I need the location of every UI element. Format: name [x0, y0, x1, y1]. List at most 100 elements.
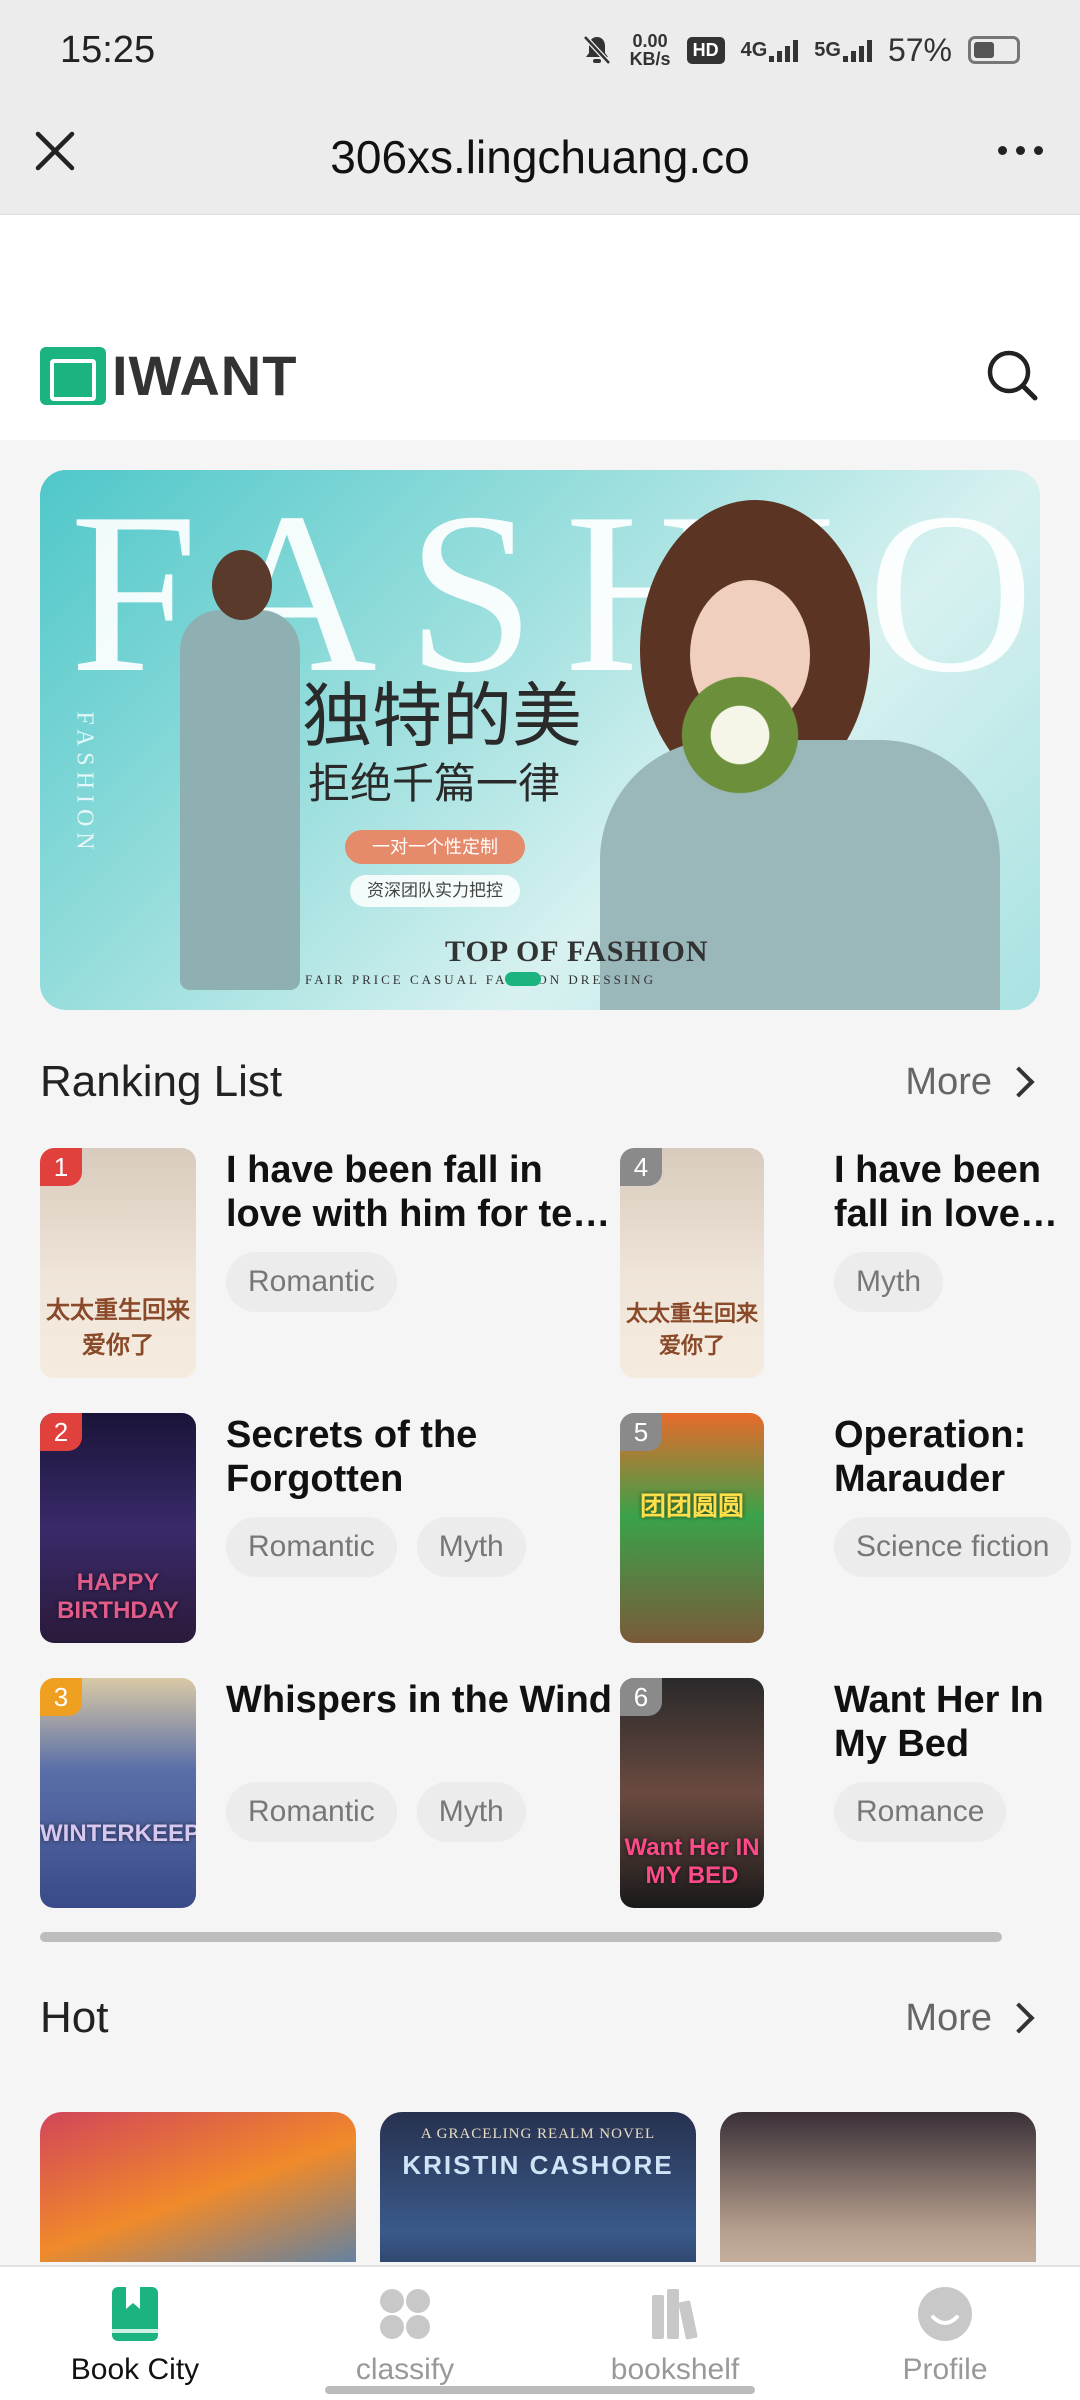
genre-tag[interactable]: Science fiction: [834, 1517, 1072, 1577]
ranking-item[interactable]: 团团圆圆 5 Operation: Marauder Science ficti…: [620, 1413, 1080, 1643]
ranking-item[interactable]: WINTERKEEP 3 Whispers in the Wind Romant…: [40, 1678, 612, 1908]
banner-headline: 独特的美: [302, 675, 582, 757]
hot-more-link[interactable]: More: [905, 1997, 1040, 2040]
book-title[interactable]: I have been fall in love with…: [834, 1148, 1080, 1236]
ranking-list: 太太重生回来爱你了 1 I have been fall in love wit…: [40, 1148, 1080, 1908]
book-tags: Romantic Myth: [226, 1517, 526, 1577]
cover-title: 团团圆圆: [639, 1491, 744, 1521]
banner-subheadline: 拒绝千篇一律: [308, 759, 561, 808]
cover-title: WINTERKEEP: [40, 1820, 196, 1847]
cover-title: 太太重生回来爱你了: [625, 1301, 758, 1358]
cover-author: KRISTIN CASHORE: [402, 2150, 674, 2180]
ranking-item[interactable]: Want Her IN MY BED 6 Want Her In My Bed …: [620, 1678, 1080, 1908]
ranking-item[interactable]: 太太重生回来爱你了 1 I have been fall in love wit…: [40, 1148, 610, 1378]
book-tags: Romantic: [226, 1252, 397, 1312]
hot-books-row: A GRACELING REALM NOVEL KRISTIN CASHORE: [40, 2112, 1080, 2262]
hot-book-card[interactable]: [720, 2112, 1036, 2262]
banner-tagline: FAIR PRICE CASUAL FASHION DRESSING: [305, 972, 656, 987]
nav-profile[interactable]: Profile: [810, 2267, 1080, 2400]
more-options-icon[interactable]: [990, 130, 1050, 170]
signal-sim1: 4G: [741, 39, 799, 62]
hot-book-card[interactable]: A GRACELING REALM NOVEL KRISTIN CASHORE: [380, 2112, 696, 2262]
banner-model-right: [600, 490, 1000, 1010]
nav-label: Book City: [70, 2353, 200, 2386]
rank-badge: 4: [620, 1148, 662, 1186]
cover-series: A GRACELING REALM NOVEL: [420, 2126, 656, 2142]
genre-tag[interactable]: Myth: [416, 1517, 526, 1577]
rank-badge: 3: [40, 1678, 82, 1716]
more-label: More: [905, 1060, 992, 1103]
book-title[interactable]: Whispers in the Wind: [226, 1678, 626, 1722]
banner-model-left: [160, 550, 320, 990]
genre-tag[interactable]: Romantic: [226, 1782, 397, 1842]
logo-text: IWANT: [112, 344, 298, 407]
book-cover[interactable]: 太太重生回来爱你了 4: [620, 1148, 764, 1378]
hot-book-card[interactable]: [40, 2112, 356, 2262]
horizontal-scrollbar[interactable]: [40, 1932, 1002, 1942]
net-speed-unit: KB/s: [629, 49, 671, 69]
nav-bookshelf[interactable]: bookshelf: [540, 2267, 810, 2400]
cover-title: HAPPY BIRTHDAY: [57, 1569, 179, 1624]
book-icon: [112, 2287, 158, 2341]
browser-toolbar: 306xs.lingchuang.co: [0, 100, 1080, 215]
ranking-item[interactable]: 太太重生回来爱你了 4 I have been fall in love wit…: [620, 1148, 1080, 1378]
cover-title: 太太重生回来爱你了: [46, 1297, 190, 1359]
nav-label: Profile: [902, 2353, 988, 2386]
book-tags: Science fiction: [834, 1517, 1072, 1577]
nav-label: bookshelf: [610, 2353, 740, 2386]
site-logo[interactable]: IWANT: [40, 343, 297, 408]
nav-label: classify: [355, 2353, 455, 2386]
home-indicator[interactable]: [325, 2386, 755, 2394]
banner-top-text: TOP OF FASHION: [445, 935, 709, 968]
signal-bars-icon: [842, 39, 872, 62]
nav-classify[interactable]: classify: [270, 2267, 540, 2400]
genre-tag[interactable]: Romantic: [226, 1517, 397, 1577]
book-cover[interactable]: Want Her IN MY BED 6: [620, 1678, 764, 1908]
close-icon[interactable]: [32, 128, 78, 174]
book-tags: Romance: [834, 1782, 1007, 1842]
genre-tag[interactable]: Romance: [834, 1782, 1007, 1842]
cover-title: Want Her IN MY BED: [624, 1834, 760, 1889]
genre-tag[interactable]: Myth: [834, 1252, 944, 1312]
book-title[interactable]: Secrets of the Forgotten: [226, 1413, 626, 1501]
genre-tag[interactable]: Romantic: [226, 1252, 397, 1312]
nav-book-city[interactable]: Book City: [0, 2267, 270, 2400]
status-bar: 15:25 0.00 KB/s HD 4G 5G 57%: [0, 0, 1080, 100]
bottom-navigation: Book City classify bookshelf Profile: [0, 2265, 1080, 2400]
book-title[interactable]: Want Her In My Bed: [834, 1678, 1080, 1766]
signal-sim2: 5G: [814, 39, 872, 62]
rank-badge: 2: [40, 1413, 82, 1451]
book-cover[interactable]: 团团圆圆 5: [620, 1413, 764, 1643]
book-title[interactable]: I have been fall in love with him for te…: [226, 1148, 626, 1236]
chevron-right-icon: [1003, 2002, 1035, 2034]
net-speed-value: 0.00: [632, 31, 668, 51]
promo-banner[interactable]: FASHION FASHION 独特的美 拒绝千篇一律 一对一个性定制 资深团队…: [40, 470, 1040, 1010]
banner-bouquet: [680, 660, 800, 810]
book-tags: Romantic Myth: [226, 1782, 526, 1842]
more-label: More: [905, 1996, 992, 2039]
site-header: IWANT: [0, 215, 1080, 440]
logo-book-icon: [40, 346, 106, 405]
grid-icon: [380, 2289, 430, 2339]
banner-pill-primary: 一对一个性定制: [345, 830, 525, 864]
hd-badge: HD: [686, 36, 725, 64]
book-tags: Myth: [834, 1252, 944, 1312]
net-speed: 0.00 KB/s: [630, 32, 671, 68]
ranking-section-header: Ranking List More: [40, 1052, 1040, 1112]
bookshelf-icon: [652, 2289, 698, 2340]
hot-section-header: Hot More: [40, 1988, 1040, 2048]
battery-percent: 57%: [887, 31, 952, 68]
book-cover[interactable]: HAPPY BIRTHDAY 2: [40, 1413, 196, 1643]
rank-badge: 6: [620, 1678, 662, 1716]
ranking-more-link[interactable]: More: [905, 1061, 1040, 1104]
book-title[interactable]: Operation: Marauder: [834, 1413, 1080, 1501]
book-cover[interactable]: WINTERKEEP 3: [40, 1678, 196, 1908]
ranking-item[interactable]: HAPPY BIRTHDAY 2 Secrets of the Forgotte…: [40, 1413, 600, 1643]
book-cover[interactable]: 太太重生回来爱你了 1: [40, 1148, 196, 1378]
search-icon[interactable]: [984, 347, 1040, 403]
battery-icon: [968, 36, 1020, 64]
carousel-indicator[interactable]: [505, 972, 541, 986]
rank-badge: 1: [40, 1148, 82, 1186]
genre-tag[interactable]: Myth: [416, 1782, 526, 1842]
sim1-network: 4G: [740, 38, 768, 61]
